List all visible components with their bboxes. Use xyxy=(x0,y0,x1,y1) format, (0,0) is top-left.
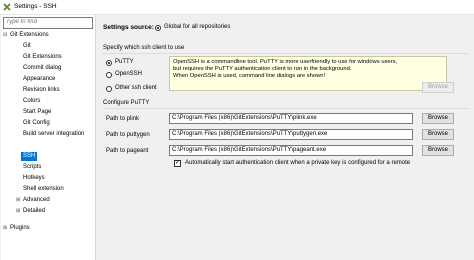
other-ssh-client-radio[interactable] xyxy=(106,86,112,92)
browse-pageant-button[interactable]: Browse xyxy=(422,145,454,156)
tree-item-git-extensions-root[interactable]: Git Extensions xyxy=(10,31,49,40)
group-divider xyxy=(103,53,468,54)
pageant-path-field[interactable]: C:\Program Files (x86)\GitExtensions\PuT… xyxy=(169,145,413,156)
tree-item-ssh[interactable]: SSH xyxy=(21,152,38,161)
tree-item-appearance[interactable]: Appearance xyxy=(23,75,55,84)
tree-item-advanced[interactable]: Advanced xyxy=(23,196,50,205)
git-extensions-logo-icon xyxy=(3,3,11,11)
tree-item-git-config[interactable]: Git Config xyxy=(23,119,50,128)
tree-item-git[interactable]: Git xyxy=(23,42,31,51)
tree-item-plugins[interactable]: Plugins xyxy=(10,224,30,233)
tree-item-git-extensions[interactable]: Git Extensions xyxy=(23,53,62,62)
settings-source-label: Settings source: xyxy=(103,24,154,31)
putty-label: PuTTY xyxy=(115,59,134,65)
openssh-label: OpenSSH xyxy=(115,71,143,77)
expand-icon[interactable]: ⊞ xyxy=(3,224,7,233)
tree-item-commit-dialog[interactable]: Commit dialog xyxy=(23,64,61,73)
ssh-settings-panel: Settings source: Global for all reposito… xyxy=(97,15,474,260)
global-source-label: Global for all repositories xyxy=(164,24,231,30)
tree-item-hotkeys[interactable]: Hotkeys xyxy=(23,174,45,183)
tree-item-detailed[interactable]: Detailed xyxy=(23,207,45,216)
tree-item-colors[interactable]: Colors xyxy=(23,97,40,106)
search-input[interactable] xyxy=(4,18,92,26)
settings-tree[interactable]: ⊟ Git Extensions Git Git Extensions Comm… xyxy=(1,15,96,260)
tree-item-start-page[interactable]: Start Page xyxy=(23,108,51,117)
puttygen-path-label: Path to puttygen xyxy=(106,132,150,138)
tree-item-build-server-integration[interactable]: Build server integration xyxy=(23,130,84,139)
browse-puttygen-button[interactable]: Browse xyxy=(422,129,454,140)
browse-other-client-button[interactable]: Browse xyxy=(422,82,454,93)
hint-line: but requires the PuTTY authentication cl… xyxy=(173,66,352,72)
global-source-radio[interactable] xyxy=(155,25,161,31)
plink-path-field[interactable]: C:\Program Files (x86)\GitExtensions\PuT… xyxy=(169,113,413,124)
tree-item-shell-extension[interactable]: Shell extension xyxy=(23,185,64,194)
puttygen-path-field[interactable]: C:\Program Files (x86)\GitExtensions\PuT… xyxy=(169,129,413,140)
hint-line: When OpenSSH is used, command line dialo… xyxy=(173,73,326,79)
tree-item-revision-links[interactable]: Revision links xyxy=(23,86,60,95)
group-divider xyxy=(103,108,468,109)
other-ssh-client-label: Other ssh client xyxy=(115,85,157,91)
autostart-checkbox[interactable]: ✓ xyxy=(174,160,181,167)
autostart-label: Automatically start authentication clien… xyxy=(185,160,411,166)
tree-item-scripts[interactable]: Scripts xyxy=(23,163,41,172)
title-bar: Settings - SSH xyxy=(0,0,474,15)
configure-putty-group-label: Configure PuTTY xyxy=(103,100,150,106)
expand-icon[interactable]: ⊞ xyxy=(16,196,20,205)
putty-radio[interactable] xyxy=(106,60,112,66)
expand-icon[interactable]: ⊞ xyxy=(16,207,20,216)
collapse-icon[interactable]: ⊟ xyxy=(3,31,7,40)
browse-plink-button[interactable]: Browse xyxy=(422,113,454,124)
openssh-radio[interactable] xyxy=(106,72,112,78)
pageant-path-label: Path to pageant xyxy=(106,148,149,154)
window-title: Settings - SSH xyxy=(14,3,57,10)
ssh-client-group-label: Specify which ssh client to use xyxy=(103,45,185,51)
search-box[interactable] xyxy=(3,17,93,29)
plink-path-label: Path to plink xyxy=(106,116,140,122)
hint-line: OpenSSH is a commandline tool. PuTTY is … xyxy=(173,59,398,65)
ssh-client-hint: OpenSSH is a commandline tool. PuTTY is … xyxy=(169,56,447,91)
